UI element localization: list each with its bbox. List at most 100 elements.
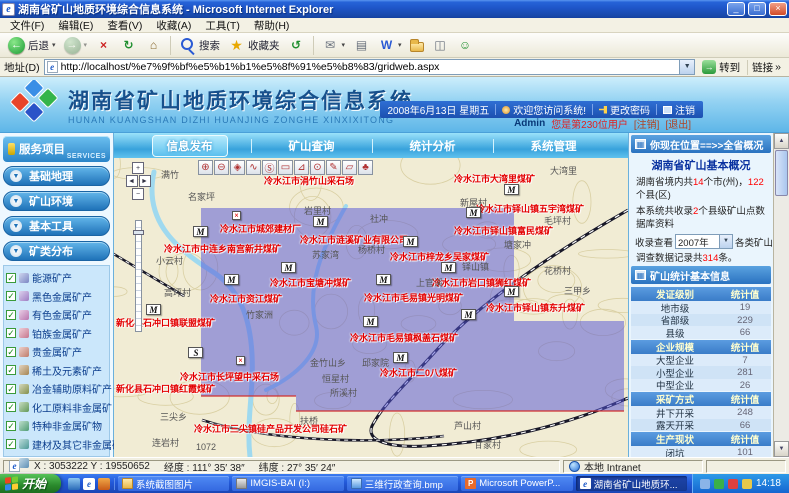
- mine-marker[interactable]: M: [403, 236, 418, 247]
- search-button[interactable]: 搜索: [175, 34, 224, 56]
- admin-logout-link[interactable]: [注销]: [634, 116, 660, 131]
- mineral-layer-6[interactable]: ✓冶金辅助原料矿产: [6, 381, 107, 396]
- links-menu[interactable]: 链接»: [747, 60, 785, 75]
- mine-marker[interactable]: M: [313, 216, 328, 227]
- zoom-slider[interactable]: [135, 220, 142, 332]
- scroll-up-button[interactable]: ▲: [774, 133, 789, 149]
- map-canvas[interactable]: + ◄ ► − ⊕⊖◈∿Ⓢ▭⊿⊙✎▱♣ 冷水江市大湾里煤矿冷水江市涓竹山采石场冷…: [114, 158, 628, 457]
- maximize-button[interactable]: □: [748, 2, 766, 16]
- checkbox-checked-icon[interactable]: ✓: [6, 439, 16, 449]
- mine-marker[interactable]: M: [393, 352, 408, 363]
- checkbox-checked-icon[interactable]: ✓: [6, 347, 16, 357]
- mineral-layer-0[interactable]: ✓能源矿产: [6, 270, 107, 285]
- pan-right-button[interactable]: ►: [139, 175, 151, 187]
- minimize-button[interactable]: _: [727, 2, 745, 16]
- desktop-icon[interactable]: [68, 478, 80, 490]
- zoom-out-tool[interactable]: ⊖: [214, 160, 229, 175]
- mine-marker[interactable]: M: [466, 207, 481, 218]
- sidebar-button-3[interactable]: ▼矿类分布: [3, 241, 110, 261]
- mine-marker[interactable]: M: [504, 286, 519, 297]
- menu-item-0[interactable]: 文件(F): [3, 18, 51, 33]
- mineral-layer-4[interactable]: ✓贵金属矿产: [6, 344, 107, 359]
- mine-marker[interactable]: M: [281, 262, 296, 273]
- tab-0[interactable]: 信息发布: [152, 135, 228, 157]
- favorites-button[interactable]: ★收藏夹: [224, 34, 284, 56]
- change-password-link[interactable]: 更改密码: [599, 102, 650, 117]
- folder-button[interactable]: [406, 34, 428, 56]
- checkbox-checked-icon[interactable]: ✓: [6, 291, 16, 301]
- address-dropdown-icon[interactable]: ▼: [679, 60, 694, 74]
- scroll-thumb[interactable]: [775, 150, 788, 196]
- checkbox-checked-icon[interactable]: ✓: [6, 273, 16, 283]
- menu-item-5[interactable]: 帮助(H): [247, 18, 297, 33]
- menu-item-1[interactable]: 编辑(E): [51, 18, 100, 33]
- zoom-out-button[interactable]: −: [132, 188, 144, 200]
- tab-1[interactable]: 矿山查询: [275, 136, 349, 156]
- select-arrow-icon[interactable]: ▼: [719, 235, 732, 248]
- mine-marker[interactable]: M: [376, 274, 391, 285]
- edit-button[interactable]: W▾: [374, 34, 406, 56]
- menu-item-4[interactable]: 工具(T): [198, 18, 246, 33]
- print-button[interactable]: ▤: [349, 34, 374, 56]
- shield-icon[interactable]: [714, 479, 724, 489]
- mine-marker[interactable]: ×: [236, 356, 245, 365]
- measure-tool[interactable]: ∿: [246, 160, 261, 175]
- mine-marker[interactable]: M: [363, 316, 378, 327]
- mineral-layer-8[interactable]: ✓特种非金属矿物: [6, 418, 107, 433]
- close-button[interactable]: ×: [769, 2, 787, 16]
- sidebar-button-0[interactable]: ▼基础地理: [3, 166, 110, 186]
- zoom-slider-thumb[interactable]: [133, 230, 144, 235]
- logout-link[interactable]: 注销: [663, 102, 695, 117]
- sidebar-button-2[interactable]: ▼基本工具: [3, 216, 110, 236]
- menu-item-2[interactable]: 查看(V): [100, 18, 149, 33]
- media-player-icon[interactable]: [98, 478, 110, 490]
- network-icon[interactable]: [700, 479, 710, 489]
- pan-left-button[interactable]: ◄: [126, 175, 138, 187]
- scroll-down-button[interactable]: ▼: [774, 441, 789, 457]
- mine-marker[interactable]: M: [441, 262, 456, 273]
- sidebar-button-1[interactable]: ▼矿山环境: [3, 191, 110, 211]
- zoom-in-tool[interactable]: ⊕: [198, 160, 213, 175]
- year-select[interactable]: 2007年 ▼: [675, 234, 733, 249]
- mine-marker[interactable]: M: [461, 309, 476, 320]
- stop-tool[interactable]: Ⓢ: [262, 160, 277, 175]
- checkbox-checked-icon[interactable]: ✓: [6, 328, 16, 338]
- draw-tool[interactable]: ✎: [326, 160, 341, 175]
- pan-tool[interactable]: ◈: [230, 160, 245, 175]
- mineral-layer-2[interactable]: ✓有色金属矿产: [6, 307, 107, 322]
- zoom-in-button[interactable]: +: [132, 162, 144, 174]
- mineral-layer-3[interactable]: ✓铂族金属矿产: [6, 326, 107, 341]
- taskbar-task-0[interactable]: 系统截图图片: [118, 476, 229, 491]
- volume-icon[interactable]: [728, 479, 738, 489]
- mineral-layer-9[interactable]: ✓建材及其它非金属矿物: [6, 437, 107, 452]
- checkbox-checked-icon[interactable]: ✓: [6, 402, 16, 412]
- tab-2[interactable]: 统计分析: [396, 136, 470, 156]
- admin-exit-link[interactable]: [退出]: [665, 116, 691, 131]
- mineral-layer-7[interactable]: ✓化工原料非金属矿: [6, 400, 107, 415]
- checkbox-checked-icon[interactable]: ✓: [6, 365, 16, 375]
- mineral-layer-5[interactable]: ✓稀土及元素矿产: [6, 363, 107, 378]
- checkbox-checked-icon[interactable]: ✓: [6, 384, 16, 394]
- mine-marker[interactable]: ×: [232, 211, 241, 220]
- taskbar-task-2[interactable]: 三维行政查询.bmp: [347, 476, 458, 491]
- tab-3[interactable]: 系统管理: [517, 136, 591, 156]
- back-button[interactable]: ←后退▾: [4, 34, 60, 56]
- messenger-button[interactable]: ☺: [453, 34, 478, 56]
- discuss-button[interactable]: ◫: [428, 34, 453, 56]
- vertical-scrollbar[interactable]: ▲ ▼: [773, 133, 789, 457]
- ie-icon[interactable]: e: [83, 478, 95, 490]
- address-input[interactable]: e http://localhost/%e7%9f%bf%e5%b1%b1%e5…: [44, 59, 696, 75]
- taskbar-task-1[interactable]: IMGIS-BAI (I:): [232, 476, 343, 491]
- checkbox-checked-icon[interactable]: ✓: [6, 310, 16, 320]
- stop-button[interactable]: ×: [91, 34, 116, 56]
- mine-marker[interactable]: S: [188, 347, 203, 358]
- mail-button[interactable]: ✉▾: [318, 34, 350, 56]
- refresh-button[interactable]: ↻: [116, 34, 141, 56]
- select-arrow-tool[interactable]: ⊿: [294, 160, 309, 175]
- start-button[interactable]: 开始: [0, 474, 61, 493]
- legend-tool[interactable]: ♣: [358, 160, 373, 175]
- mine-marker[interactable]: M: [224, 274, 239, 285]
- select-rect-tool[interactable]: ▭: [278, 160, 293, 175]
- mine-marker[interactable]: M: [146, 304, 161, 315]
- menu-item-3[interactable]: 收藏(A): [149, 18, 198, 33]
